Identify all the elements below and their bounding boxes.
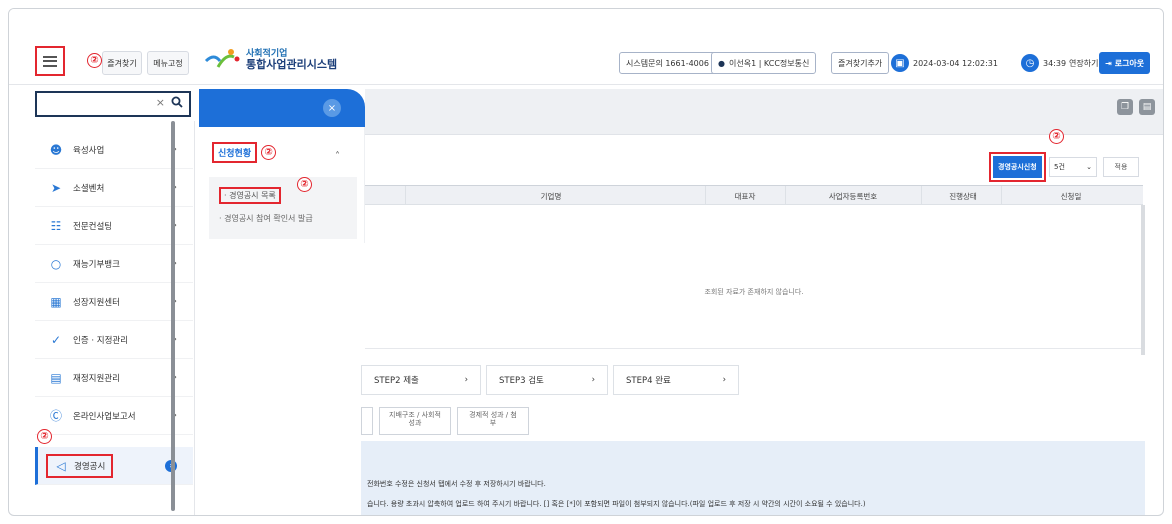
column-header: 신청일	[1060, 192, 1082, 201]
search-icon[interactable]	[171, 96, 183, 108]
notice-line: 전화번호 수정은 신청서 탭에서 수정 후 저장하시기 바랍니다.	[367, 480, 546, 488]
chevron-up-icon[interactable]: ˄	[335, 151, 340, 162]
apply-button[interactable]: 적용	[1103, 157, 1139, 177]
user-icon: ●	[718, 58, 725, 68]
clear-search-icon[interactable]: ×	[156, 96, 165, 109]
active-item-highlight: ◁ 경영공시	[46, 453, 114, 478]
lightbulb-icon: ○	[50, 256, 62, 271]
empty-message: 조회된 자료가 존재하지 않습니다.	[704, 288, 804, 296]
chevron-right-icon: ›	[722, 375, 726, 385]
menu-search: ×	[35, 91, 191, 117]
shield-check-icon: ✓	[50, 332, 62, 347]
chevron-down-icon: ⌄	[1086, 163, 1092, 171]
form-tabs: 지배구조 / 사회적 성과 경제적 성과 / 첨부	[361, 407, 535, 435]
logout-icon: ⇥	[1105, 58, 1112, 68]
extend-session-button[interactable]: 연장하기	[1065, 51, 1102, 75]
sidebar-item-재능기부뱅크[interactable]: ○ 재능기부뱅크 ›	[35, 245, 193, 283]
content-toolbar: ❐ ▤	[365, 89, 1163, 135]
menu-fix-button[interactable]: 메뉴고정	[147, 51, 189, 75]
table-body: 조회된 자료가 존재하지 않습니다.	[365, 205, 1143, 349]
session-timer: ◷ 34:39	[1021, 51, 1066, 75]
column-header: 진행상태	[949, 192, 977, 201]
rocket-icon: ➤	[50, 180, 62, 195]
close-submenu-icon[interactable]: ×	[323, 99, 341, 117]
notice-line: 습니다. 용량 초과시 압축하여 업로드 하여 주시기 바랍니다. [] 혹은 …	[367, 500, 866, 508]
sidebar-item-온라인사업보고서[interactable]: Ⓒ 온라인사업보고서 ›	[35, 397, 193, 435]
consulting-icon: ☷	[50, 218, 62, 233]
sidebar-item-재정지원관리[interactable]: ▤ 재정지원관리 ›	[35, 359, 193, 397]
management-disclosure-apply-button[interactable]: 경영공시신청	[989, 152, 1046, 182]
datetime-display: ▣ 2024-03-04 12:02:31	[891, 51, 998, 75]
timer-text: 34:39	[1043, 58, 1067, 68]
bookmark-button[interactable]: 즐겨찾기	[102, 51, 142, 75]
step-4: STEP4 완료 ›	[613, 365, 739, 395]
step-indicator: STEP2 제출 › STEP3 검토 › STEP4 완료 ›	[361, 365, 744, 395]
sidebar-item-소셜벤처[interactable]: ➤ 소셜벤처 ›	[35, 169, 193, 207]
report-icon: Ⓒ	[49, 409, 62, 423]
chevron-right-icon: ›	[464, 375, 468, 385]
tab-governance[interactable]: 지배구조 / 사회적 성과	[379, 407, 451, 435]
step-2: STEP2 제출 ›	[361, 365, 481, 395]
building-icon: ▦	[50, 294, 62, 309]
column-header: 대표자	[734, 192, 756, 201]
logo-mark-icon	[204, 47, 242, 73]
top-header: ② 즐겨찾기 메뉴고정 사회적기업 통합사업관리시스템 시스템문의 1661-4…	[9, 9, 1163, 85]
hamburger-icon	[43, 55, 57, 67]
sidebar-item-전문컨설팅[interactable]: ☷ 전문컨설팅 ›	[35, 207, 193, 245]
user-info-button[interactable]: ● 이선옥1 | KCC정보통신	[711, 51, 817, 75]
step-3: STEP3 검토 ›	[486, 365, 608, 395]
logo-line2: 통합사업관리시스템	[246, 57, 338, 71]
helpdesk-number: 시스템문의 1661-4006	[619, 51, 716, 75]
annotation-badge: ②	[297, 177, 312, 192]
annotation-badge: ②	[87, 53, 102, 68]
tab-economic[interactable]: 경제적 성과 / 첨부	[457, 407, 529, 435]
logo[interactable]: 사회적기업 통합사업관리시스템	[204, 47, 337, 73]
sidebar-item-인증지정관리[interactable]: ✓ 인증 · 지정관리 ›	[35, 321, 193, 359]
copy-icon[interactable]: ❐	[1117, 99, 1133, 115]
megaphone-icon: ◁	[56, 458, 66, 473]
submenu-section[interactable]: 신청현황 ②	[212, 142, 277, 163]
tab-partial[interactable]	[361, 407, 373, 435]
column-header: 사업자등록번호	[828, 192, 878, 201]
submenu-section-label: 신청현황	[212, 142, 258, 163]
annotation-badge: ②	[261, 145, 277, 160]
sidebar-item-경영공시[interactable]: ◁ 경영공시 ›	[35, 447, 193, 485]
annotation-badge: ②	[1049, 129, 1064, 144]
annotation-badge: ②	[37, 429, 52, 444]
people-icon: ☻	[49, 142, 63, 157]
menu-toggle-button[interactable]	[35, 46, 65, 76]
notice-box: 전화번호 수정은 신청서 탭에서 수정 후 저장하시기 바랍니다. 습니다. 용…	[361, 441, 1145, 515]
add-bookmark-button[interactable]: 즐겨찾기추가	[831, 51, 890, 75]
column-header: 기업명	[540, 192, 562, 201]
chevron-right-icon: ›	[591, 375, 595, 385]
app-window: ② 즐겨찾기 메뉴고정 사회적기업 통합사업관리시스템 시스템문의 1661-4…	[8, 8, 1164, 516]
datetime-text: 2024-03-04 12:02:31	[913, 58, 998, 68]
menu-search-input[interactable]	[41, 96, 151, 112]
page-size-select[interactable]: 5건 ⌄	[1049, 157, 1097, 177]
calendar-icon: ▣	[891, 54, 909, 72]
submenu-item-list[interactable]: · 경영공시 목록	[219, 187, 281, 204]
clock-icon: ◷	[1021, 54, 1039, 72]
save-icon[interactable]: ▤	[1139, 99, 1155, 115]
user-label: 이선옥1 | KCC정보통신	[728, 58, 810, 68]
sidebar-scrollbar[interactable]	[171, 121, 175, 511]
submenu-list: · 경영공시 목록 ② · 경영공시 참여 확인서 발급	[209, 177, 357, 239]
sidebar-item-성장지원센터[interactable]: ▦ 성장지원센터 ›	[35, 283, 193, 321]
finance-icon: ▤	[50, 370, 62, 385]
sidebar-item-육성사업[interactable]: ☻ 육성사업 ›	[35, 131, 193, 169]
content-scrollbar[interactable]	[1141, 205, 1145, 355]
table-header: 기업명 대표자 사업자등록번호 진행상태 신청일	[365, 185, 1143, 205]
logout-button[interactable]: ⇥ 로그아웃	[1099, 51, 1151, 75]
submenu-item-certificate[interactable]: · 경영공시 참여 확인서 발급	[219, 213, 313, 224]
